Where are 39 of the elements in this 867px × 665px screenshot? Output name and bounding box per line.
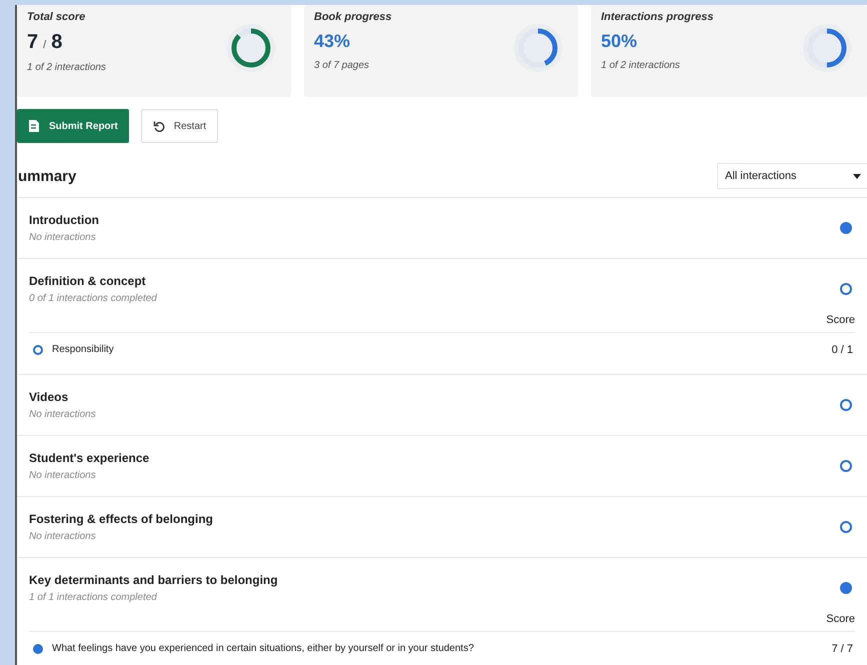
card-note: 3 of 7 pages	[314, 60, 370, 71]
progress-ring	[225, 22, 277, 74]
interaction-label[interactable]: Responsibility	[52, 344, 832, 355]
score-total: 8	[51, 31, 62, 54]
section-title: Student's experience	[29, 451, 150, 465]
section-subtitle: 1 of 1 interactions completed	[29, 592, 158, 603]
interaction-score: 7 / 7	[832, 642, 853, 654]
section-title: Definition & concept	[29, 274, 147, 288]
interaction-label[interactable]: What feelings have you experienced in certain situations, either by yourself or in your students?	[52, 643, 832, 654]
percent-value: 50%	[601, 31, 638, 52]
card-title: Book progress	[314, 11, 392, 23]
section-title: Introduction	[29, 213, 99, 227]
document-icon	[28, 119, 41, 133]
section-title: Fostering & effects of belonging	[29, 512, 214, 526]
caret-icon	[853, 174, 861, 178]
score-value: 7	[27, 31, 38, 54]
score-label: Score	[826, 613, 855, 625]
score-separator: /	[43, 39, 46, 51]
restart-icon	[152, 120, 166, 132]
card-note: 1 of 2 interactions	[27, 62, 106, 73]
submit-button[interactable]: Submit Report	[17, 109, 129, 143]
restart-button[interactable]: Restart	[140, 109, 218, 143]
percent-value: 43%	[314, 31, 350, 52]
section-subtitle: No interactions	[29, 531, 97, 542]
section-title: Videos	[29, 390, 70, 404]
interaction-score: 0 / 1	[832, 344, 853, 356]
section-subtitle: No interactions	[29, 409, 96, 420]
summary-heading: ummary	[18, 168, 76, 184]
card-title: Total score	[27, 11, 86, 23]
filter-dropdown[interactable]: All interactions	[717, 163, 867, 189]
section-subtitle: No interactions	[29, 470, 97, 481]
section-subtitle: No interactions	[29, 232, 97, 243]
section-title: Key determinants and barriers to belonging	[29, 573, 278, 587]
card-title: Interactions progress	[601, 11, 714, 23]
card-note: 1 of 2 interactions	[601, 60, 680, 71]
section-subtitle: 0 of 1 interactions completed	[29, 293, 157, 304]
progress-ring	[801, 22, 853, 74]
progress-ring	[512, 22, 564, 74]
score-label: Score	[826, 314, 855, 326]
